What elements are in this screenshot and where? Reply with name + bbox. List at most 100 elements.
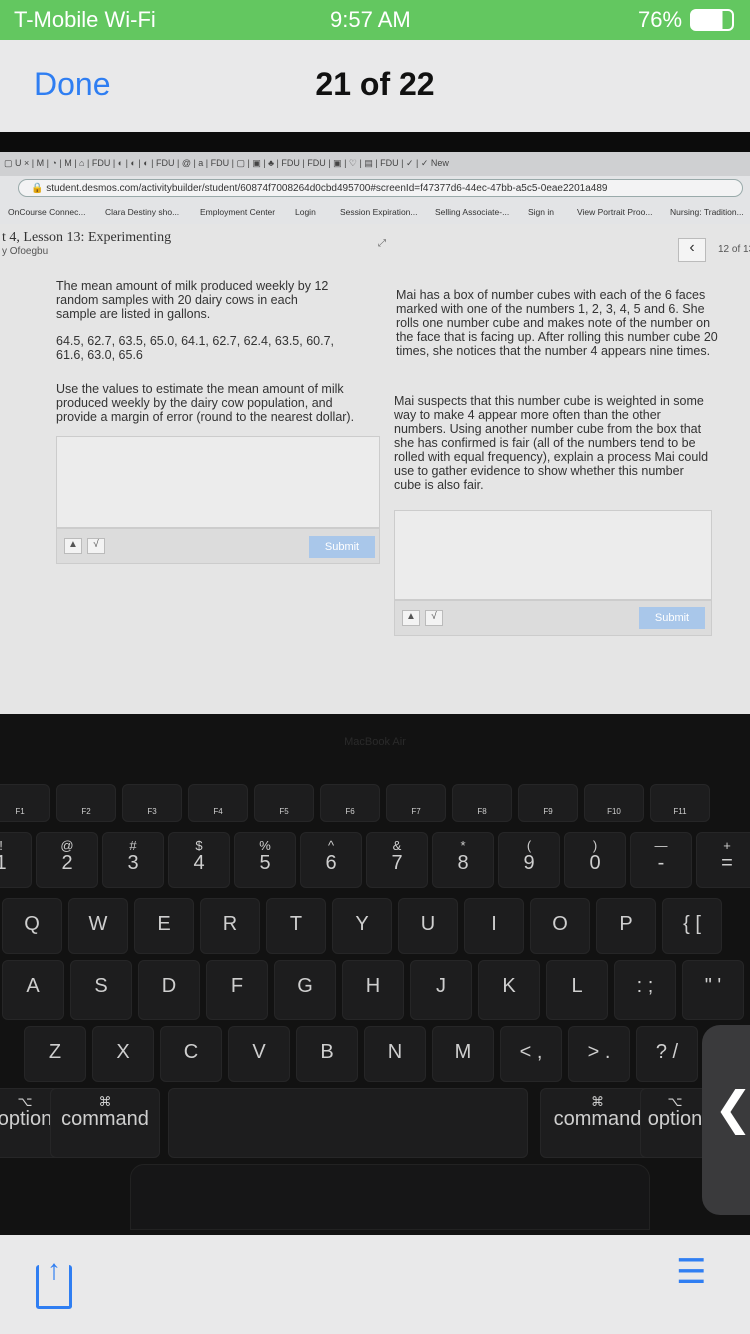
browser-tab-strip[interactable]: ▢ U × | M | ◔ | M | ⌂ | FDU | ◐ | ◐ | ◐ … bbox=[0, 152, 750, 176]
key[interactable]: C bbox=[160, 1026, 222, 1082]
key[interactable]: (9 bbox=[498, 832, 560, 888]
key[interactable]: % 5 bbox=[234, 832, 296, 888]
key-label: 9 bbox=[523, 852, 535, 874]
key[interactable]: Z bbox=[24, 1026, 86, 1082]
key[interactable]: < , bbox=[500, 1026, 562, 1082]
key[interactable]: #3 bbox=[102, 832, 164, 888]
photo: ▢ U × | M | ◔ | M | ⌂ | FDU | ◐ | ◐ | ◐ … bbox=[0, 132, 750, 1235]
key[interactable]: F8 bbox=[452, 784, 512, 822]
left-answer-input[interactable] bbox=[56, 436, 380, 528]
math-icon[interactable]: √ bbox=[425, 610, 443, 626]
bookmark[interactable]: Sign in bbox=[528, 207, 554, 217]
key[interactable]: ⌘ command bbox=[540, 1088, 655, 1158]
left-submit-button[interactable]: Submit bbox=[309, 536, 375, 558]
key-label: G bbox=[297, 975, 313, 997]
key[interactable]: F4 bbox=[188, 784, 248, 822]
key[interactable]: D bbox=[138, 960, 200, 1020]
key[interactable]: K bbox=[478, 960, 540, 1020]
key[interactable]: F10 bbox=[584, 784, 644, 822]
prev-screen-button[interactable]: ‹ bbox=[678, 238, 706, 262]
key[interactable]: ) 0 bbox=[564, 832, 626, 888]
key[interactable]: V bbox=[228, 1026, 290, 1082]
list-icon[interactable]: ☰ bbox=[676, 1255, 706, 1289]
left-values: 64.5, 62.7, 63.5, 65.0, 64.1, 62.7, 62.4… bbox=[56, 334, 334, 362]
key[interactable]: I bbox=[464, 898, 524, 954]
key-label: - bbox=[657, 852, 665, 874]
key[interactable]: : ; bbox=[614, 960, 676, 1020]
key[interactable]: O bbox=[530, 898, 590, 954]
trackpad[interactable] bbox=[130, 1164, 650, 1230]
key-label: F1 bbox=[15, 807, 25, 816]
key[interactable]: R bbox=[200, 898, 260, 954]
bookmark[interactable]: Nursing: Tradition... bbox=[670, 207, 744, 217]
key[interactable]: T bbox=[266, 898, 326, 954]
right-submit-button[interactable]: Submit bbox=[639, 607, 705, 629]
key[interactable]: + = bbox=[696, 832, 750, 888]
key[interactable]: B bbox=[296, 1026, 358, 1082]
url-field[interactable]: 🔒 student.desmos.com/activitybuilder/stu… bbox=[18, 179, 743, 197]
new-tab-button[interactable]: New bbox=[431, 158, 449, 168]
key[interactable]: & 7 bbox=[366, 832, 428, 888]
bookmark[interactable]: Login bbox=[295, 207, 316, 217]
key[interactable]: F bbox=[206, 960, 268, 1020]
right-answer-input[interactable] bbox=[394, 510, 712, 600]
math-icon[interactable]: √ bbox=[87, 538, 105, 554]
key[interactable]: !1 bbox=[0, 832, 32, 888]
key[interactable]: F11 bbox=[650, 784, 710, 822]
key[interactable]: F3 bbox=[122, 784, 182, 822]
key[interactable]: — - bbox=[630, 832, 692, 888]
key[interactable]: G bbox=[274, 960, 336, 1020]
key-label: V bbox=[252, 1041, 266, 1063]
key[interactable]: L bbox=[546, 960, 608, 1020]
key[interactable]: S bbox=[70, 960, 132, 1020]
viewer-toolbar: ↑ ☰ bbox=[0, 1235, 750, 1334]
key[interactable]: M bbox=[432, 1026, 494, 1082]
bookmark[interactable]: View Portrait Proo... bbox=[577, 207, 652, 217]
key[interactable]: " ' bbox=[682, 960, 744, 1020]
image-icon[interactable]: ▲ bbox=[64, 538, 82, 554]
key[interactable]: F9 bbox=[518, 784, 578, 822]
bookmark[interactable]: Clara Destiny sho... bbox=[105, 207, 179, 217]
key[interactable]: F5 bbox=[254, 784, 314, 822]
key[interactable]: ⌘ command bbox=[50, 1088, 160, 1158]
bookmark[interactable]: Employment Center bbox=[200, 207, 275, 217]
key[interactable]: @2 bbox=[36, 832, 98, 888]
key[interactable] bbox=[168, 1088, 528, 1158]
key[interactable]: U bbox=[398, 898, 458, 954]
key[interactable]: X bbox=[92, 1026, 154, 1082]
bookmark[interactable]: Session Expiration... bbox=[340, 207, 417, 217]
key[interactable]: > . bbox=[568, 1026, 630, 1082]
key[interactable]: E bbox=[134, 898, 194, 954]
key[interactable]: W bbox=[68, 898, 128, 954]
bookmark[interactable]: Selling Associate-... bbox=[435, 207, 509, 217]
key[interactable]: F7 bbox=[386, 784, 446, 822]
key[interactable]: ? / bbox=[636, 1026, 698, 1082]
image-icon[interactable]: ▲ bbox=[402, 610, 420, 626]
key[interactable]: Q bbox=[2, 898, 62, 954]
key[interactable]: { [ bbox=[662, 898, 722, 954]
bookmark[interactable]: OnCourse Connec... bbox=[8, 207, 85, 217]
key[interactable]: N bbox=[364, 1026, 426, 1082]
key[interactable]: F1 bbox=[0, 784, 50, 822]
key[interactable]: $4 bbox=[168, 832, 230, 888]
key[interactable]: F6 bbox=[320, 784, 380, 822]
side-panel-handle[interactable]: ❮ bbox=[702, 1025, 750, 1215]
key[interactable]: Y bbox=[332, 898, 392, 954]
student-name: y Ofoegbu bbox=[2, 246, 49, 257]
share-icon[interactable]: ↑ bbox=[36, 1256, 72, 1309]
url-text: student.desmos.com/activitybuilder/stude… bbox=[46, 183, 608, 194]
battery-percent: 76% bbox=[638, 7, 683, 32]
key[interactable]: P bbox=[596, 898, 656, 954]
expand-icon[interactable]: ⤢ bbox=[378, 238, 386, 249]
key[interactable]: A bbox=[2, 960, 64, 1020]
key-label: 6 bbox=[325, 852, 337, 874]
key[interactable]: ⌥ option bbox=[640, 1088, 710, 1158]
key[interactable]: * 8 bbox=[432, 832, 494, 888]
key[interactable]: F2 bbox=[56, 784, 116, 822]
key[interactable]: H bbox=[342, 960, 404, 1020]
key-label: R bbox=[222, 913, 238, 935]
key[interactable]: ^ 6 bbox=[300, 832, 362, 888]
key-legend: # bbox=[129, 838, 137, 853]
key-legend: ⌥ bbox=[667, 1094, 683, 1109]
key[interactable]: J bbox=[410, 960, 472, 1020]
